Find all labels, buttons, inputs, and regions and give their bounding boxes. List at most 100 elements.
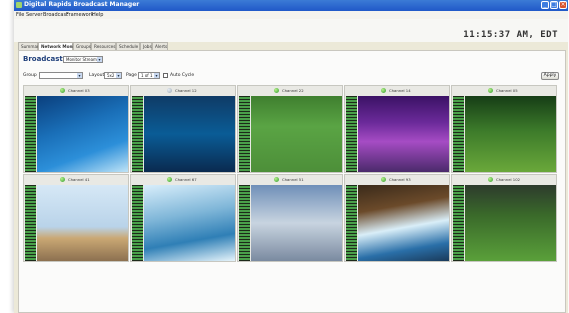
maximize-button[interactable]: □ [550,1,558,9]
audio-level-meter [453,96,464,172]
channel-thumbnail [358,185,449,261]
page-select[interactable]: 1 of 1 ▾ [138,72,160,79]
channel-label: Channel 12 [175,88,197,93]
channel-label: Channel 41 [68,177,90,182]
status-ok-icon [488,177,493,182]
app-window: Digital Rapids Broadcast Manager _ □ × F… [14,0,568,313]
channel-label: Channel 03 [68,88,90,93]
channel-thumbnail [465,185,556,261]
channel-label: Channel 05 [496,88,518,93]
status-idle-icon [167,88,172,93]
chevron-down-icon: ▾ [77,73,82,78]
channel-header: Channel 102 [452,175,556,184]
audio-level-meter [132,185,143,261]
audio-level-meter [25,96,36,172]
auto-cycle-label: Auto Cycle [170,73,195,78]
channel-tile[interactable]: Channel 93 [344,174,450,262]
chevron-down-icon: ▾ [154,73,159,78]
channel-tile[interactable]: Channel 12 [130,85,236,173]
channel-thumbnail [358,96,449,172]
channel-tile[interactable]: Channel 102 [451,174,557,262]
audio-level-meter [239,96,250,172]
channel-thumbnail [144,96,235,172]
clock-display: 11:15:37 AM, EDT [463,30,558,40]
page-value: 1 of 1 [141,73,153,78]
window-title: Digital Rapids Broadcast Manager [24,1,140,8]
status-ok-icon [381,88,386,93]
layout-value: 5x2 [107,73,115,78]
channel-header: Channel 14 [345,86,449,95]
tab-alerts[interactable]: Alerts [152,42,168,50]
layout-label: Layout [89,73,105,78]
channel-label: Channel 93 [389,177,411,182]
audio-level-meter [346,96,357,172]
audio-level-meter [346,185,357,261]
minimize-button[interactable]: _ [541,1,549,9]
channel-thumbnail [144,185,235,261]
menu-broadcast[interactable]: Broadcast [43,12,68,18]
channel-tile[interactable]: Channel 67 [130,174,236,262]
channel-label: Channel 102 [496,177,521,182]
app-icon [16,2,22,8]
channel-tile[interactable]: Channel 51 [237,174,343,262]
layout-select[interactable]: 5x2 ▾ [104,72,122,79]
menu-file[interactable]: File [16,12,24,18]
channel-thumbnail [251,96,342,172]
chevron-down-icon: ▾ [116,73,121,78]
channel-header: Channel 51 [238,175,342,184]
title-bar[interactable]: Digital Rapids Broadcast Manager _ □ × [14,0,568,11]
channel-header: Channel 12 [131,86,235,95]
tab-jobs[interactable]: Jobs [140,42,152,50]
tab-schedule[interactable]: Schedule [116,42,140,50]
audio-level-meter [25,185,36,261]
auto-cycle-checkbox[interactable] [163,73,168,78]
status-ok-icon [60,177,65,182]
menu-server[interactable]: Server [26,12,42,18]
channel-label: Channel 22 [282,88,304,93]
group-label: Group [23,73,37,78]
channel-header: Channel 93 [345,175,449,184]
channel-label: Channel 67 [175,177,197,182]
section-title: Broadcast [23,55,63,63]
channel-tile[interactable]: Channel 22 [237,85,343,173]
network-monitor-panel: Broadcast Monitor Streams ▾ Group ▾ Layo… [18,50,566,313]
channel-tile[interactable]: Channel 05 [451,85,557,173]
channel-label: Channel 51 [282,177,304,182]
audio-level-meter [132,96,143,172]
audio-level-meter [453,185,464,261]
channel-thumbnail [37,185,128,261]
broadcast-mode-value: Monitor Streams [66,57,100,62]
menu-framework[interactable]: Framework [66,12,94,18]
channel-header: Channel 41 [24,175,128,184]
group-select[interactable]: ▾ [39,72,83,79]
channel-header: Channel 22 [238,86,342,95]
status-ok-icon [274,88,279,93]
menu-bar: File Server Broadcast Framework Help [14,11,568,19]
status-ok-icon [274,177,279,182]
channel-tile[interactable]: Channel 14 [344,85,450,173]
channel-header: Channel 03 [24,86,128,95]
close-button[interactable]: × [559,1,567,9]
channel-header: Channel 05 [452,86,556,95]
channel-thumbnail [251,185,342,261]
tab-resources[interactable]: Resources [91,42,116,50]
channel-tile[interactable]: Channel 03 [23,85,129,173]
status-ok-icon [381,177,386,182]
status-ok-icon [167,177,172,182]
audio-level-meter [239,185,250,261]
channel-label: Channel 14 [389,88,411,93]
apply-button[interactable]: Apply [541,72,559,80]
channel-thumbnail [465,96,556,172]
tab-network-monitor[interactable]: Network Monitor [38,42,81,50]
status-ok-icon [488,88,493,93]
channel-thumbnail [37,96,128,172]
tab-groups[interactable]: Groups [73,42,91,50]
broadcast-mode-select[interactable]: Monitor Streams ▾ [63,56,103,63]
tab-summary[interactable]: Summary [18,42,41,50]
status-ok-icon [60,88,65,93]
chevron-down-icon: ▾ [97,57,102,62]
channel-tile[interactable]: Channel 41 [23,174,129,262]
menu-help[interactable]: Help [92,12,103,18]
channel-header: Channel 67 [131,175,235,184]
page-label: Page [126,73,137,78]
